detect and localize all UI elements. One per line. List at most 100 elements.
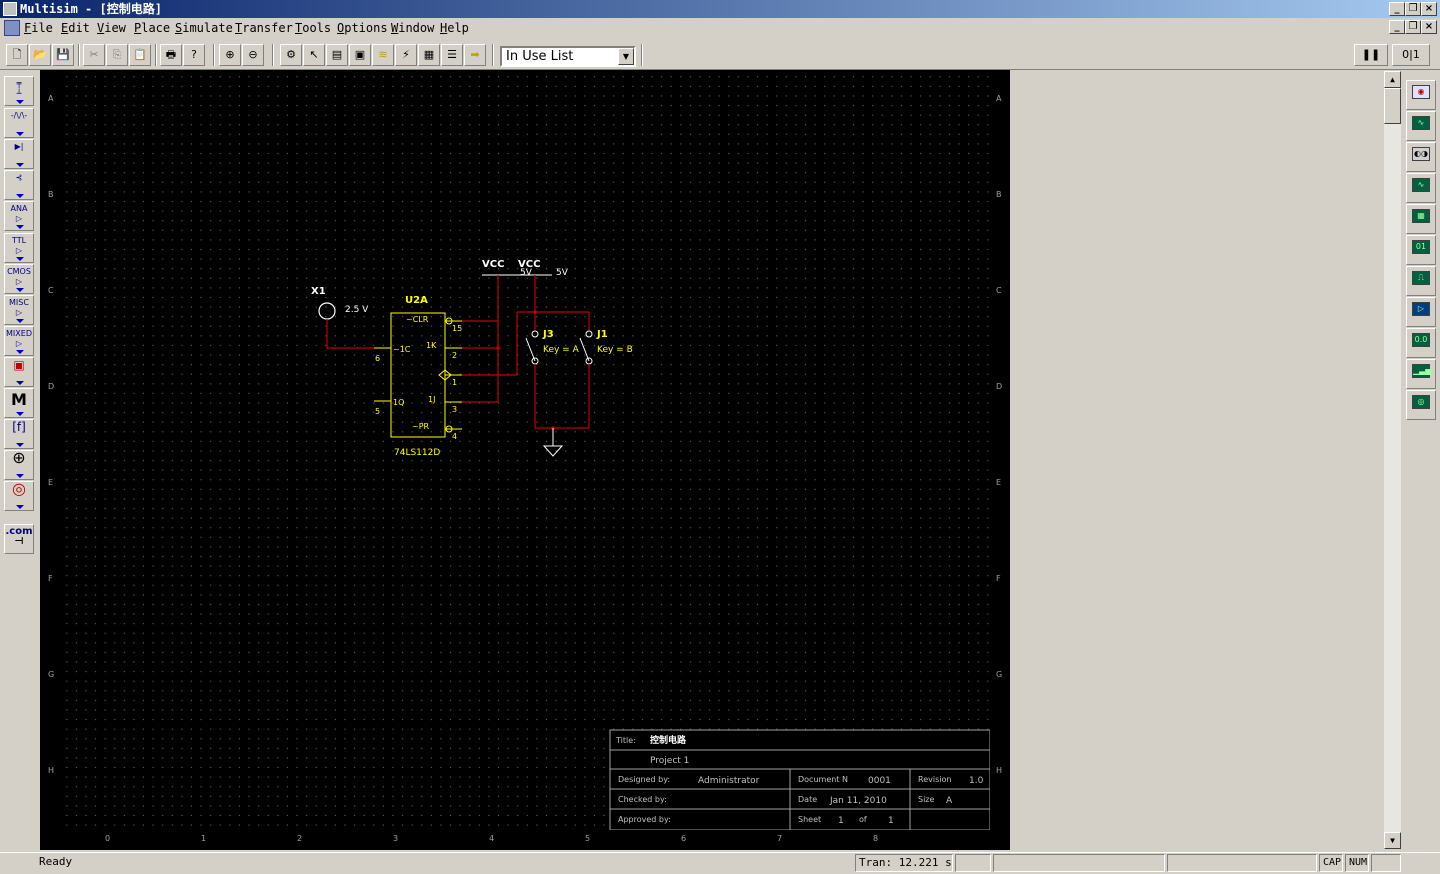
switch-j3-contact[interactable]	[531, 330, 539, 338]
wave-icon[interactable]: ≋	[372, 44, 394, 66]
in-use-list-dropdown[interactable]: In Use List ▼	[500, 46, 636, 67]
tb-of-value: 1	[888, 816, 894, 826]
wattmeter-icon[interactable]: ◐◑	[1406, 142, 1436, 172]
diodes-bin-icon[interactable]: ▶|	[4, 139, 34, 169]
zoom-out-icon[interactable]: ⊖	[242, 44, 264, 66]
logic-analyzer-icon[interactable]: ⎍	[1406, 266, 1436, 296]
zoom-in-icon[interactable]: ⊕	[219, 44, 241, 66]
ic-label: U2A	[405, 295, 428, 306]
grapher-icon[interactable]: ▤	[326, 44, 348, 66]
status-ready: Ready	[39, 855, 73, 868]
title-bar: Multisim - [控制电路]	[0, 0, 1440, 18]
menu-place[interactable]: Place	[134, 21, 170, 35]
help-icon[interactable]: ?	[183, 44, 205, 66]
switch-j1-blade[interactable]	[579, 337, 590, 362]
save-icon[interactable]: 💾	[52, 44, 74, 66]
print-icon[interactable]: 🖶	[160, 44, 182, 66]
menu-view[interactable]: View	[97, 21, 126, 35]
app-icon[interactable]	[3, 2, 17, 16]
voltage-source-symbol[interactable]	[318, 302, 336, 320]
ground-icon[interactable]	[542, 445, 564, 457]
misc-digital-bin-icon[interactable]: MISC ▷	[4, 295, 34, 325]
com-bin-icon[interactable]: .com ⊣	[4, 524, 34, 554]
basic-bin-icon[interactable]: -/\/\-	[4, 108, 34, 138]
copy-icon[interactable]: ⎘	[106, 44, 128, 66]
ruler-row-label: H	[996, 766, 1003, 775]
restore-icon[interactable]: ❐	[1405, 2, 1421, 16]
switch1-label: J3	[542, 329, 554, 340]
misc-bin-icon[interactable]: M	[4, 388, 34, 418]
analog-bin-icon[interactable]: ANA ▷	[4, 201, 34, 231]
status-empty-2	[993, 854, 1165, 872]
logic-converter-icon[interactable]: ▷	[1406, 297, 1436, 327]
menu-transfer[interactable]: Transfer	[235, 21, 293, 35]
toolbar-separator	[641, 44, 643, 66]
pause-icon[interactable]: ❚❚	[1354, 44, 1388, 66]
in-use-list-value: In Use List	[506, 49, 574, 64]
transfer-arrow-icon[interactable]: ➡	[464, 44, 486, 66]
pin-q-label: 1Q	[393, 398, 404, 407]
ic-body[interactable]	[390, 312, 446, 438]
vertical-scrollbar[interactable]: ▲ ▼	[1384, 71, 1401, 849]
analysis-icon[interactable]: ⚡	[395, 44, 417, 66]
rf-bin-icon[interactable]: ⊕	[4, 450, 34, 480]
close-icon[interactable]: ×	[1421, 2, 1437, 16]
transistors-bin-icon[interactable]: ⊰	[4, 170, 34, 200]
multimeter-icon[interactable]: ◉	[1406, 80, 1436, 110]
menu-tools[interactable]: Tools	[295, 21, 331, 35]
ttl-bin-icon[interactable]: TTL ▷	[4, 233, 34, 263]
tb-title-value: 控制电路	[650, 734, 687, 746]
ruler-row-label: B	[48, 190, 54, 199]
empty-panel	[1010, 71, 1384, 849]
doc-restore-icon[interactable]: ❐	[1405, 20, 1421, 34]
distortion-analyzer-icon[interactable]: 0.0	[1406, 328, 1436, 358]
tb-date-value: Jan 11, 2010	[829, 796, 887, 806]
run-switch-icon[interactable]: 0|1	[1392, 44, 1430, 66]
pointer-icon[interactable]: ↖	[303, 44, 325, 66]
cmos-bin-icon[interactable]: CMOS ▷	[4, 264, 34, 294]
controls-bin-icon[interactable]: [f]	[4, 419, 34, 449]
new-icon[interactable]: 🗋	[6, 44, 28, 66]
toolbar-separator	[78, 44, 80, 66]
bode-plotter-icon[interactable]: ▦	[1406, 204, 1436, 234]
switch-j3-blade[interactable]	[525, 337, 536, 362]
switch-j1-contact[interactable]	[585, 330, 593, 338]
function-generator-icon[interactable]: ∿	[1406, 111, 1436, 141]
scroll-down-icon[interactable]: ▼	[1384, 832, 1401, 849]
pin-pre-label: ~PR	[412, 422, 430, 431]
indicators-bin-icon[interactable]: ▣	[4, 357, 34, 387]
pin-j-label: 1J	[428, 395, 435, 404]
pin-2-num: 2	[452, 351, 457, 360]
doc-close-icon[interactable]: ×	[1421, 20, 1437, 34]
doc-minimize-icon[interactable]: _	[1389, 20, 1405, 34]
menu-window[interactable]: Window	[391, 21, 434, 35]
minimize-icon[interactable]: _	[1389, 2, 1405, 16]
dropdown-arrow-icon[interactable]: ▼	[618, 48, 634, 65]
junction	[496, 346, 500, 350]
chip-icon[interactable]: ▦	[418, 44, 440, 66]
list-icon[interactable]: ☰	[441, 44, 463, 66]
ruler-row-label: E	[996, 478, 1002, 487]
vcc2-value: 5V	[556, 268, 569, 278]
paste-icon[interactable]: 📋	[129, 44, 151, 66]
sources-bin-icon[interactable]: ╤ ┴	[4, 76, 34, 106]
switch1-key: Key = A	[543, 345, 580, 355]
scroll-thumb[interactable]	[1384, 88, 1401, 124]
menu-file[interactable]: File	[24, 21, 53, 35]
menu-options[interactable]: Options	[337, 21, 388, 35]
word-generator-icon[interactable]: 01	[1406, 235, 1436, 265]
scroll-up-icon[interactable]: ▲	[1384, 71, 1401, 88]
mixed-bin-icon[interactable]: MIXED ▷	[4, 326, 34, 356]
menu-simulate[interactable]: Simulate	[175, 21, 233, 35]
network-analyzer-icon[interactable]: ◎	[1406, 390, 1436, 420]
open-icon[interactable]: 📂	[29, 44, 51, 66]
document-icon[interactable]	[4, 20, 20, 36]
component-editor-icon[interactable]: ⚙	[280, 44, 302, 66]
oscilloscope-icon[interactable]: ∿	[1406, 173, 1436, 203]
electromech-bin-icon[interactable]: ◎	[4, 481, 34, 511]
menu-edit[interactable]: Edit	[61, 21, 90, 35]
menu-help[interactable]: Help	[440, 21, 469, 35]
postprocessor-icon[interactable]: ▣	[349, 44, 371, 66]
cut-icon[interactable]: ✂	[83, 44, 105, 66]
spectrum-analyzer-icon[interactable]: ▁▃▅	[1406, 359, 1436, 389]
